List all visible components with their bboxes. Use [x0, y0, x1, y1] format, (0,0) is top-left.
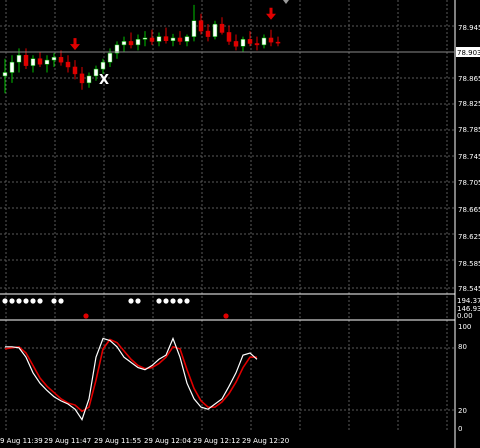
time-label: 29 Aug 12:12 — [193, 437, 240, 445]
candle-body — [240, 39, 246, 47]
time-label: 29 Aug 11:47 — [44, 437, 91, 445]
candle-body — [65, 61, 71, 68]
candle-body — [135, 39, 141, 46]
candle-body — [44, 59, 50, 65]
price-label: 78.865 — [458, 75, 480, 83]
candle-body — [121, 41, 127, 46]
cursor-cross-icon: X — [99, 73, 109, 88]
white-dot — [51, 298, 57, 304]
red-dot — [83, 313, 89, 319]
candle-body — [170, 37, 176, 41]
stoch-scale-label: 20 — [458, 407, 467, 415]
white-dot — [23, 298, 29, 304]
candle-body — [226, 32, 232, 42]
price-label: 78.945 — [458, 24, 480, 32]
candle-body — [128, 41, 134, 46]
candle-body — [163, 36, 169, 41]
candle-body — [79, 73, 85, 84]
price-label: 78.625 — [458, 233, 480, 241]
candle-body — [51, 57, 57, 61]
candle-body — [275, 41, 281, 44]
white-dot — [163, 298, 169, 304]
candle-body — [30, 58, 36, 66]
white-dot — [9, 298, 15, 304]
price-label: 78.545 — [458, 285, 480, 293]
candle-body — [156, 36, 162, 42]
candle-body — [107, 52, 113, 63]
white-dot — [37, 298, 43, 304]
current-price-label: 78.903 — [457, 49, 480, 57]
stoch-scale-label: 0 — [458, 425, 462, 433]
time-axis: 9 Aug 11:39 29 Aug 11:47 29 Aug 11:55 29… — [0, 437, 289, 445]
candle-body — [9, 61, 15, 73]
candle-body — [93, 68, 99, 77]
trading-chart[interactable]: 78.945 78.903 78.865 78.825 78.785 78.74… — [0, 0, 480, 448]
price-label: 78.745 — [458, 153, 480, 161]
candle-body — [191, 20, 197, 37]
stoch-scale-label: 100 — [458, 323, 471, 331]
candle-body — [72, 66, 78, 75]
candle-body — [149, 37, 155, 42]
time-label: 29 Aug 12:04 — [144, 437, 192, 445]
candle-body — [205, 30, 211, 37]
candle-body — [184, 36, 190, 42]
white-dot — [184, 298, 190, 304]
candle-body — [219, 23, 225, 33]
candle-body — [268, 37, 274, 43]
candle-body — [37, 58, 43, 65]
candle-body — [86, 75, 92, 84]
candle-body — [23, 54, 29, 66]
white-dot — [128, 298, 134, 304]
candle-body — [198, 20, 204, 32]
price-label: 78.785 — [458, 126, 480, 134]
candle-body — [177, 37, 183, 42]
price-label: 78.585 — [458, 260, 480, 268]
red-dot — [223, 313, 229, 319]
time-label: 29 Aug 12:20 — [242, 437, 289, 445]
candle-body — [2, 72, 8, 77]
price-label: 78.705 — [458, 179, 480, 187]
candle-body — [58, 57, 64, 63]
candle-body — [254, 43, 260, 46]
candle-body — [247, 39, 253, 44]
white-dot — [2, 298, 8, 304]
stoch-scale-label: 80 — [458, 343, 467, 351]
white-dot — [30, 298, 36, 304]
candle-body — [212, 23, 218, 37]
white-dot — [170, 298, 176, 304]
white-dot — [135, 298, 141, 304]
middle-scale-label: 194.37 — [457, 297, 480, 305]
candle-body — [100, 61, 106, 70]
candle-body — [233, 41, 239, 47]
price-label: 78.665 — [458, 206, 480, 214]
white-dot — [58, 298, 64, 304]
candle-body — [16, 54, 22, 63]
time-label: 29 Aug 11:55 — [94, 437, 141, 445]
white-dot — [177, 298, 183, 304]
candle-body — [142, 37, 148, 40]
candle-body — [261, 37, 267, 46]
white-dot — [16, 298, 22, 304]
time-label: 9 Aug 11:39 — [0, 437, 43, 445]
middle-scale-label: 0.00 — [457, 312, 473, 320]
chart-background — [0, 0, 480, 448]
price-label: 78.825 — [458, 100, 480, 108]
white-dot — [156, 298, 162, 304]
